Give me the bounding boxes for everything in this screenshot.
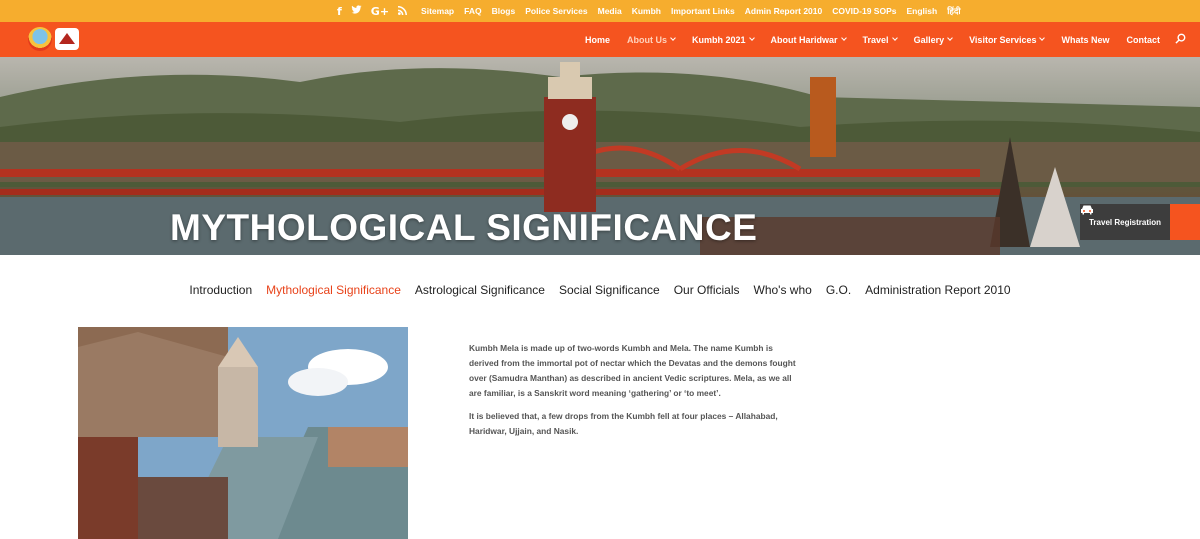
site-logo[interactable] — [28, 27, 80, 51]
chevron-down-icon — [1039, 35, 1046, 41]
top-link-covid-sops[interactable]: COVID-19 SOPs — [832, 6, 896, 17]
nav-item-kumbh-2021[interactable]: Kumbh 2021 — [692, 35, 755, 45]
state-emblem-icon — [55, 28, 79, 50]
chevron-down-icon — [670, 35, 676, 41]
page-title: MYTHOLOGICAL SIGNIFICANCE — [170, 207, 758, 248]
nav-item-about-haridwar[interactable]: About Haridwar — [771, 35, 847, 45]
top-link-kumbh[interactable]: Kumbh — [632, 6, 661, 17]
rss-icon[interactable] — [398, 5, 408, 18]
top-link-police-services[interactable]: Police Services — [525, 6, 587, 17]
top-link-blogs[interactable]: Blogs — [492, 6, 516, 17]
social-links: f G+ — [337, 4, 408, 18]
main-navigation: Home About Us Kumbh 2021 About Haridwar … — [0, 22, 1200, 57]
top-bar: f G+ Sitemap FAQ Blogs Police Services M… — [0, 0, 1200, 22]
car-icon — [1081, 204, 1200, 240]
subnav-our-officials[interactable]: Our Officials — [674, 283, 740, 297]
chevron-down-icon — [947, 35, 953, 41]
nav-item-travel[interactable]: Travel — [863, 35, 898, 45]
top-link-important-links[interactable]: Important Links — [671, 6, 735, 17]
top-link-hindi[interactable]: हिंदी — [947, 6, 960, 17]
twitter-icon[interactable] — [351, 4, 362, 18]
chevron-down-icon — [891, 35, 898, 41]
subnav-social-significance[interactable]: Social Significance — [559, 283, 660, 297]
top-link-admin-report[interactable]: Admin Report 2010 — [745, 6, 822, 17]
content-text: Kumbh Mela is made up of two-words Kumbh… — [469, 341, 801, 447]
subnav-astrological-significance[interactable]: Astrological Significance — [415, 283, 545, 297]
nav-links: Home About Us Kumbh 2021 About Haridwar … — [585, 22, 1160, 57]
google-plus-icon[interactable]: G+ — [371, 5, 389, 18]
sub-navigation: Introduction Mythological Significance A… — [0, 283, 1200, 297]
nav-item-contact[interactable]: Contact — [1127, 35, 1161, 45]
facebook-icon[interactable]: f — [337, 5, 342, 18]
chevron-down-icon — [748, 35, 755, 41]
top-link-media[interactable]: Media — [598, 6, 622, 17]
travel-registration-button[interactable]: Travel Registration — [1080, 204, 1200, 240]
nav-item-home[interactable]: Home — [585, 35, 610, 45]
top-link-faq[interactable]: FAQ — [464, 6, 481, 17]
content-paragraph: Kumbh Mela is made up of two-words Kumbh… — [469, 343, 796, 398]
kumbh-logo-icon — [28, 27, 52, 51]
nav-item-gallery[interactable]: Gallery — [914, 35, 953, 45]
hero-banner: MYTHOLOGICAL SIGNIFICANCE Travel Registr… — [0, 57, 1200, 255]
subnav-administration-report[interactable]: Administration Report 2010 — [865, 283, 1010, 297]
subnav-introduction[interactable]: Introduction — [189, 283, 252, 297]
search-icon[interactable] — [1175, 33, 1186, 44]
top-link-sitemap[interactable]: Sitemap — [421, 6, 454, 17]
subnav-whos-who[interactable]: Who's who — [754, 283, 812, 297]
top-link-english[interactable]: English — [906, 6, 937, 17]
haridwar-ghat-photo — [78, 327, 408, 539]
nav-item-visitor-services[interactable]: Visitor Services — [969, 35, 1046, 45]
nav-item-whats-new[interactable]: Whats New — [1061, 35, 1109, 45]
content-paragraph: It is believed that, a few drops from th… — [469, 411, 778, 436]
subnav-go[interactable]: G.O. — [826, 283, 851, 297]
subnav-mythological-significance[interactable]: Mythological Significance — [266, 283, 401, 297]
top-links: Sitemap FAQ Blogs Police Services Media … — [421, 6, 961, 17]
chevron-down-icon — [840, 35, 847, 41]
nav-item-about-us[interactable]: About Us — [627, 35, 676, 45]
